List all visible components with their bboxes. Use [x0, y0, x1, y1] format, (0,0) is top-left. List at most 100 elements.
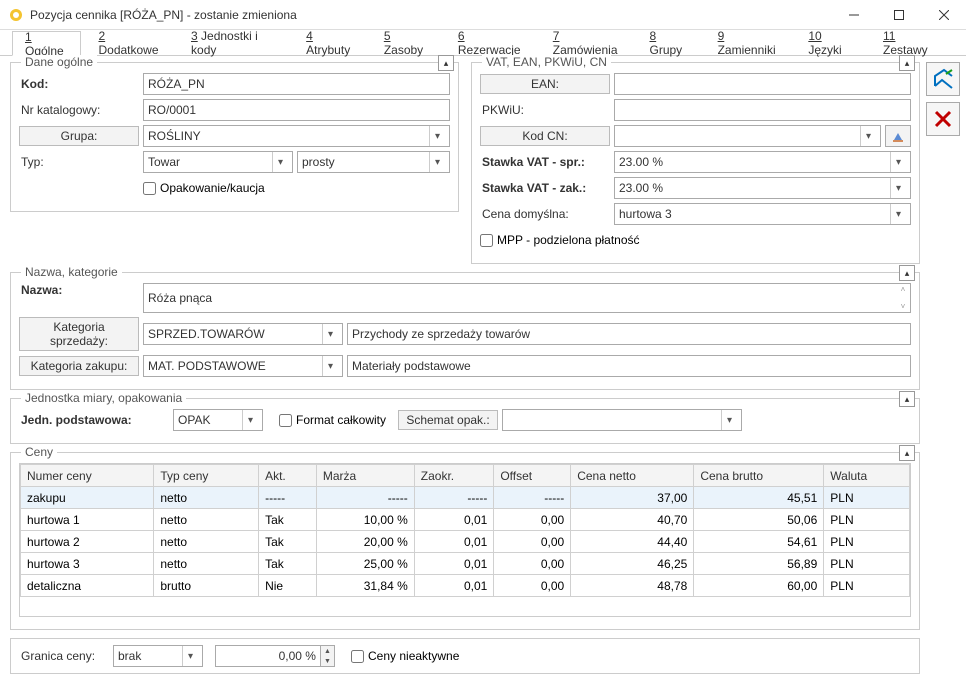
button-schemat-opak[interactable]: Schemat opak.:	[398, 410, 498, 430]
button-katspr[interactable]: Kategoria sprzedaży:	[19, 317, 139, 351]
button-cn[interactable]: Kod CN:	[480, 126, 610, 146]
label-pkwiu: PKWiU:	[480, 103, 610, 117]
tab-atrybuty[interactable]: 4 Atrybuty	[293, 30, 367, 55]
combo-katzak[interactable]: MAT. PODSTAWOWE ▾	[143, 355, 343, 377]
input-ean[interactable]	[614, 73, 911, 95]
combo-katspr[interactable]: SPRZED.TOWARÓW ▾	[143, 323, 343, 345]
input-pkwiu[interactable]	[614, 99, 911, 121]
chevron-down-icon: ▾	[429, 152, 445, 172]
collapse-namecat[interactable]: ▴	[899, 265, 915, 281]
col-header[interactable]: Numer ceny	[21, 465, 154, 487]
chevron-down-icon: ▾	[322, 356, 338, 376]
checkbox-format-calk-label: Format całkowity	[296, 413, 386, 427]
input-nazwa[interactable]	[143, 283, 911, 313]
tab-zestawy[interactable]: 11 Zestawy	[870, 30, 950, 55]
tab-grupy[interactable]: 8 Grupy	[636, 30, 700, 55]
combo-granica-value: brak	[118, 649, 141, 663]
table-row[interactable]: zakupunetto--------------------37,0045,5…	[21, 487, 910, 509]
col-header[interactable]: Offset	[494, 465, 571, 487]
input-katspr-desc[interactable]	[347, 323, 911, 345]
tabbar: 1 Ogólne2 Dodatkowe3 Jednostki i kody4 A…	[0, 30, 966, 56]
input-granica-pct[interactable]	[215, 645, 321, 667]
chevron-down-icon: ▾	[890, 178, 906, 198]
cell: 0,00	[494, 531, 571, 553]
cell: Tak	[259, 531, 317, 553]
chevron-down-icon: ▾	[890, 152, 906, 172]
combo-grupa[interactable]: ROŚLINY ▾	[143, 125, 450, 147]
combo-vat-zak[interactable]: 23.00 % ▾	[614, 177, 911, 199]
table-row[interactable]: hurtowa 2nettoTak20,00 %0,010,0044,4054,…	[21, 531, 910, 553]
col-header[interactable]: Cena brutto	[694, 465, 824, 487]
tab-dodatkowe[interactable]: 2 Dodatkowe	[85, 30, 174, 55]
combo-schemat-opak[interactable]: ▾	[502, 409, 742, 431]
button-katzak[interactable]: Kategoria zakupu:	[19, 356, 139, 376]
cell: 40,70	[571, 509, 694, 531]
tab-jednostki i kody[interactable]: 3 Jednostki i kody	[178, 30, 289, 55]
label-nazwa: Nazwa:	[19, 283, 139, 297]
cancel-button[interactable]	[926, 102, 960, 136]
button-grupa[interactable]: Grupa:	[19, 126, 139, 146]
clear-cn-button[interactable]	[885, 125, 911, 147]
app-icon	[8, 7, 24, 23]
col-header[interactable]: Zaokr.	[414, 465, 494, 487]
combo-granica[interactable]: brak ▾	[113, 645, 203, 667]
col-header[interactable]: Akt.	[259, 465, 317, 487]
tab-ogólne[interactable]: 1 Ogólne	[12, 31, 81, 56]
input-kod[interactable]	[143, 73, 450, 95]
tab-zasoby[interactable]: 5 Zasoby	[371, 30, 441, 55]
save-button[interactable]	[926, 62, 960, 96]
tab-rezerwacje[interactable]: 6 Rezerwacje	[445, 30, 536, 55]
combo-typ2[interactable]: prosty ▾	[297, 151, 450, 173]
checkbox-format-calk[interactable]: Format całkowity	[279, 413, 386, 427]
checkbox-format-calk-input[interactable]	[279, 414, 292, 427]
tab-zamienniki[interactable]: 9 Zamienniki	[705, 30, 792, 55]
cell: brutto	[154, 575, 259, 597]
table-row[interactable]: hurtowa 1nettoTak10,00 %0,010,0040,7050,…	[21, 509, 910, 531]
spin-down[interactable]: ▼	[321, 656, 334, 666]
cell: 48,78	[571, 575, 694, 597]
col-header[interactable]: Marża	[316, 465, 414, 487]
input-katzak-desc[interactable]	[347, 355, 911, 377]
combo-katzak-value: MAT. PODSTAWOWE	[148, 359, 266, 373]
cell: 44,40	[571, 531, 694, 553]
close-button[interactable]	[921, 0, 966, 30]
combo-cena-dom[interactable]: hurtowa 3 ▾	[614, 203, 911, 225]
table-prices[interactable]: Numer cenyTyp cenyAkt.MarżaZaokr.OffsetC…	[20, 464, 910, 597]
spin-granica-pct[interactable]: ▲▼	[215, 645, 335, 667]
collapse-prices[interactable]: ▴	[899, 445, 915, 461]
cell: -----	[414, 487, 494, 509]
combo-vat-spr[interactable]: 23.00 % ▾	[614, 151, 911, 173]
checkbox-nieaktywne-input[interactable]	[351, 650, 364, 663]
chevron-down-icon: ▾	[322, 324, 338, 344]
collapse-general[interactable]: ▴	[438, 55, 454, 71]
minimize-button[interactable]	[831, 0, 876, 30]
window-title: Pozycja cennika [RÓŻA_PN] - zostanie zmi…	[30, 8, 831, 22]
scroll-nazwa[interactable]: ˄˅	[897, 285, 909, 311]
collapse-vat[interactable]: ▴	[899, 55, 915, 71]
spin-up[interactable]: ▲	[321, 646, 334, 656]
table-row[interactable]: detalicznabruttoNie31,84 %0,010,0048,786…	[21, 575, 910, 597]
checkbox-mpp-input[interactable]	[480, 234, 493, 247]
combo-typ[interactable]: Towar ▾	[143, 151, 293, 173]
button-ean[interactable]: EAN:	[480, 74, 610, 94]
cell: netto	[154, 509, 259, 531]
chevron-down-icon: ▾	[860, 126, 876, 146]
input-nrkat[interactable]	[143, 99, 450, 121]
group-unit: Jednostka miary, opakowania ▴ Jedn. pods…	[10, 398, 920, 444]
maximize-button[interactable]	[876, 0, 921, 30]
collapse-unit[interactable]: ▴	[899, 391, 915, 407]
combo-jedn-podst[interactable]: OPAK ▾	[173, 409, 263, 431]
col-header[interactable]: Typ ceny	[154, 465, 259, 487]
checkbox-opakowanie[interactable]: Opakowanie/kaucja	[143, 181, 265, 195]
group-general: Dane ogólne ▴ Kod: Nr katalogowy: Grupa:…	[10, 62, 459, 212]
tab-zamówienia[interactable]: 7 Zamówienia	[540, 30, 633, 55]
checkbox-opakowanie-input[interactable]	[143, 182, 156, 195]
table-row[interactable]: hurtowa 3nettoTak25,00 %0,010,0046,2556,…	[21, 553, 910, 575]
checkbox-mpp[interactable]: MPP - podzielona płatność	[480, 233, 640, 247]
combo-cn[interactable]: ▾	[614, 125, 881, 147]
checkbox-nieaktywne[interactable]: Ceny nieaktywne	[351, 649, 459, 663]
label-vat-spr: Stawka VAT - spr.:	[480, 155, 610, 169]
col-header[interactable]: Waluta	[824, 465, 910, 487]
tab-języki[interactable]: 10 Języki	[795, 30, 866, 55]
col-header[interactable]: Cena netto	[571, 465, 694, 487]
